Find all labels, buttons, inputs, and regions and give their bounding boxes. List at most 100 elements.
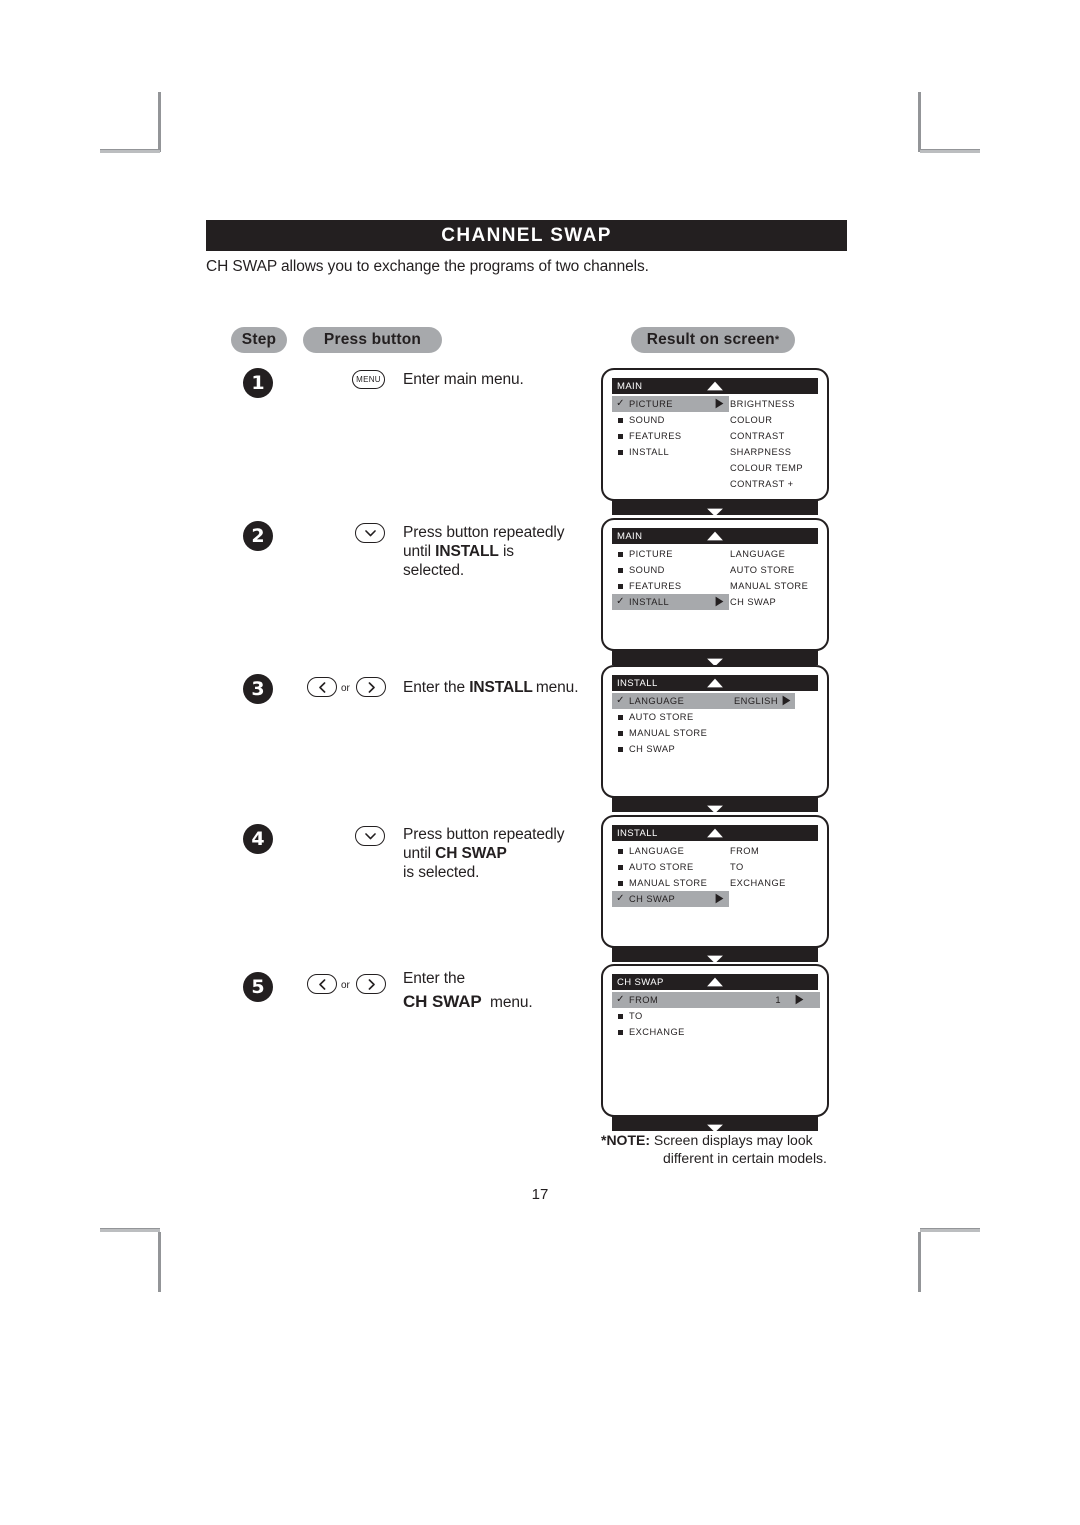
step-number-3-value: 3 xyxy=(251,678,265,700)
tv-submenu-item: COLOUR TEMP xyxy=(730,463,803,473)
bullet-square-icon xyxy=(612,714,629,720)
bullet-square-icon xyxy=(612,1029,629,1035)
tv-menu-row-label: TO xyxy=(629,1011,643,1021)
tv-submenu-item: COLOUR xyxy=(730,415,773,425)
scroll-up-icon xyxy=(707,678,724,691)
step-5-line-1: Enter the xyxy=(403,970,466,987)
tv-submenu-item: AUTO STORE xyxy=(730,565,795,575)
tv-menu-row[interactable]: AUTO STORE xyxy=(612,859,729,875)
step-number-3: 3 xyxy=(243,674,273,704)
crop-mark-top-right-horizontal xyxy=(920,149,980,153)
crop-mark-bottom-left-vertical xyxy=(158,1232,161,1292)
tv-menu-row-label: INSTALL xyxy=(629,447,670,457)
step-number-2-value: 2 xyxy=(251,525,265,547)
step-2-instruction: Press button repeatedly until INSTALL is… xyxy=(403,523,603,580)
step-2-line-1: Press button repeatedly xyxy=(403,524,565,541)
bullet-square-icon xyxy=(612,433,629,439)
tv-menu-row[interactable]: ✓ LANGUAGE ENGLISH xyxy=(612,693,795,709)
tv-menu-row[interactable]: ✓ CH SWAP xyxy=(612,891,729,907)
tv-submenu-item: MANUAL STORE xyxy=(730,581,809,591)
tv-screen-3-bottom-bar xyxy=(612,797,818,814)
bullet-square-icon xyxy=(612,848,629,854)
crop-mark-bottom-left-horizontal xyxy=(100,1228,160,1232)
step-2-line-3: selected. xyxy=(403,562,465,579)
tv-menu-row-label: CH SWAP xyxy=(629,894,676,904)
bullet-square-icon xyxy=(612,730,629,736)
tv-menu-row[interactable]: MANUAL STORE xyxy=(612,725,795,741)
tv-screen-1-submenu-column: BRIGHTNESS COLOUR CONTRAST SHARPNESS COL… xyxy=(730,396,803,492)
left-arrow-button-icon-step5[interactable] xyxy=(307,974,337,994)
tv-submenu-item: TO xyxy=(730,862,744,872)
tv-screen-3-body: ✓ LANGUAGE ENGLISH AUTO STORE MANUAL STO… xyxy=(612,691,818,793)
tv-menu-row[interactable]: ✓ INSTALL xyxy=(612,594,729,610)
tv-menu-row-label: CH SWAP xyxy=(629,744,676,754)
bullet-square-icon xyxy=(612,880,629,886)
header-pill-step-label: Step xyxy=(241,331,277,348)
tv-menu-row[interactable]: AUTO STORE xyxy=(612,709,795,725)
header-pill-result-label: Result on screen xyxy=(646,331,775,348)
tv-menu-row[interactable]: TO xyxy=(612,1008,820,1024)
tv-menu-row[interactable]: ✓ FROM 1 xyxy=(612,992,820,1008)
left-arrow-button-icon[interactable] xyxy=(307,677,337,697)
tv-menu-row-label: EXCHANGE xyxy=(629,1027,685,1037)
tv-screen-3-title-bar: INSTALL xyxy=(612,675,818,691)
menu-button-icon[interactable]: MENU xyxy=(352,370,385,389)
keyword-install: INSTALL xyxy=(435,543,499,560)
crop-mark-top-left-vertical xyxy=(158,92,161,152)
tv-screen-1-title-bar: MAIN xyxy=(612,378,818,394)
section-title-band: CHANNEL SWAP xyxy=(206,220,847,251)
step-number-1: 1 xyxy=(243,368,273,398)
tv-menu-row[interactable]: ✓ PICTURE xyxy=(612,396,729,412)
crop-mark-top-right-vertical xyxy=(918,92,921,152)
tv-menu-row-label: MANUAL STORE xyxy=(629,878,708,888)
scroll-up-icon xyxy=(707,531,724,544)
step-4-instruction: Press button repeatedly until CH SWAP is… xyxy=(403,825,603,882)
check-icon: ✓ xyxy=(616,994,625,1005)
bullet-square-icon xyxy=(612,551,629,557)
scroll-up-icon xyxy=(707,977,724,990)
keyword-ch-swap-menu: CH SWAP xyxy=(403,992,482,1011)
tv-menu-row[interactable]: SOUND xyxy=(612,412,729,428)
header-pill-result-on-screen: Result on screen * xyxy=(631,327,795,353)
tv-screen-2: MAIN PICTURE SOUND FEATURES ✓ INSTALL LA… xyxy=(601,518,829,667)
tv-menu-row[interactable]: CH SWAP xyxy=(612,741,795,757)
tv-screen-2-title-bar: MAIN xyxy=(612,528,818,544)
page-title: CHANNEL SWAP xyxy=(441,224,612,246)
tv-menu-row[interactable]: EXCHANGE xyxy=(612,1024,820,1040)
bullet-square-icon xyxy=(612,746,629,752)
page-number: 17 xyxy=(531,1186,549,1203)
tv-menu-row[interactable]: LANGUAGE xyxy=(612,843,729,859)
step-4-line-1: Press button repeatedly xyxy=(403,826,565,843)
tv-screen-1-bottom-bar xyxy=(612,500,818,517)
tv-menu-row[interactable]: FEATURES xyxy=(612,578,729,594)
tv-screen-1-body: ✓ PICTURE SOUND FEATURES INSTALL BRIGHTN… xyxy=(612,394,818,496)
tv-menu-row-label: PICTURE xyxy=(629,549,673,559)
step-3-line-1: Enter the INSTALL menu. xyxy=(403,679,579,696)
down-arrow-button-icon[interactable] xyxy=(355,523,385,543)
tv-menu-row[interactable]: MANUAL STORE xyxy=(612,875,729,891)
tv-screen-4-submenu-column: FROM TO EXCHANGE xyxy=(730,843,786,891)
step-5-line-2: CH SWAP menu. xyxy=(403,992,533,1011)
right-arrow-button-icon[interactable] xyxy=(356,677,386,697)
down-arrow-button-icon-step4[interactable] xyxy=(355,826,385,846)
tv-menu-row[interactable]: FEATURES xyxy=(612,428,729,444)
tv-menu-row[interactable]: PICTURE xyxy=(612,546,729,562)
tv-screen-4: INSTALL LANGUAGE AUTO STORE MANUAL STORE… xyxy=(601,815,829,964)
tv-screen-2-bottom-bar xyxy=(612,650,818,667)
tv-menu-row[interactable]: SOUND xyxy=(612,562,729,578)
tv-screen-4-title: INSTALL xyxy=(617,827,658,839)
tv-menu-row[interactable]: INSTALL xyxy=(612,444,729,460)
keyword-install-menu: INSTALL xyxy=(469,679,533,696)
tv-menu-row-label: AUTO STORE xyxy=(629,862,694,872)
step-number-1-value: 1 xyxy=(251,372,265,394)
check-icon: ✓ xyxy=(616,695,625,706)
right-arrow-button-icon-step5[interactable] xyxy=(356,974,386,994)
bullet-square-icon xyxy=(612,583,629,589)
tv-menu-row-label: SOUND xyxy=(629,565,665,575)
footnote-line-1: Screen displays may look xyxy=(653,1132,813,1148)
tv-menu-row-label: MANUAL STORE xyxy=(629,728,708,738)
chevron-down-icon xyxy=(364,832,376,839)
tv-submenu-item: SHARPNESS xyxy=(730,447,792,457)
tv-submenu-item: FROM xyxy=(730,846,760,856)
step-number-5-value: 5 xyxy=(251,976,265,998)
